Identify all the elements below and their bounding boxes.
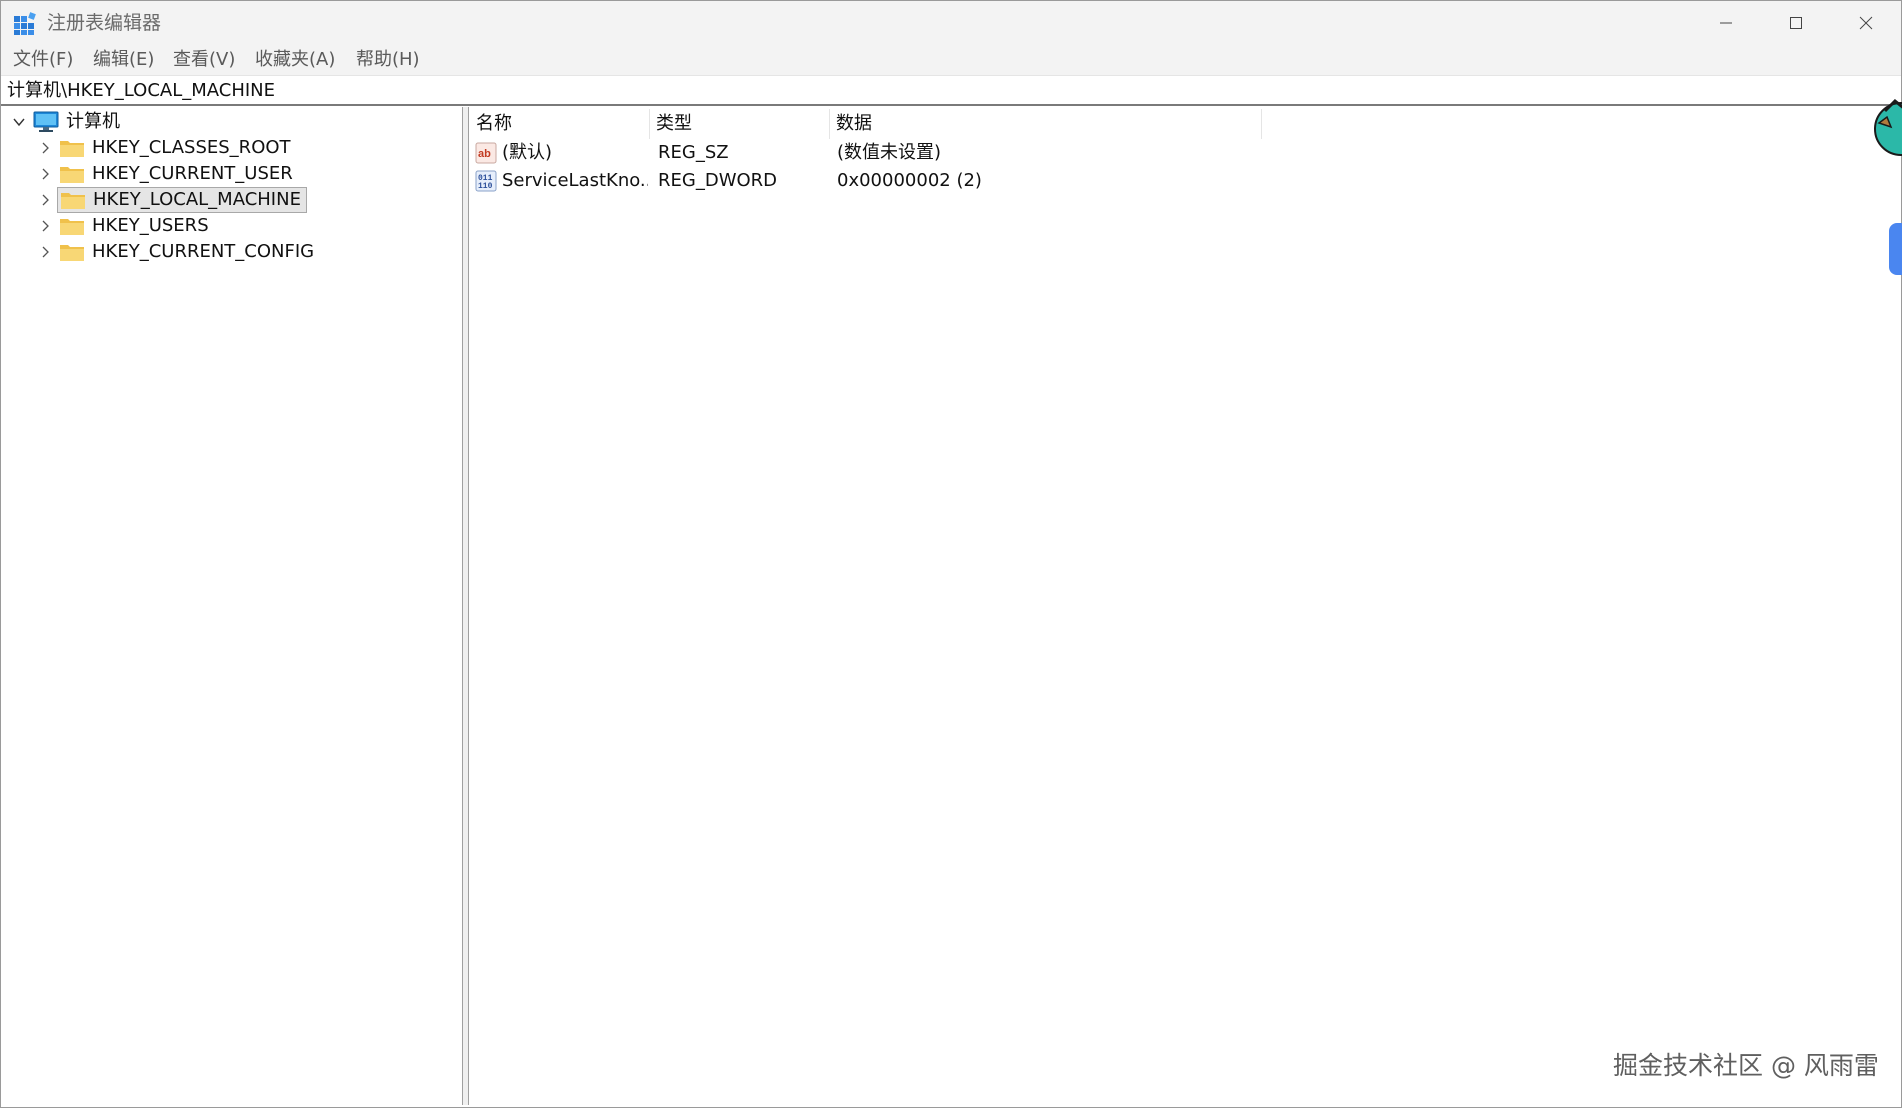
- chevron-right-icon[interactable]: [37, 166, 53, 182]
- value-type: REG_SZ: [658, 142, 729, 163]
- watermark: 掘金技术社区 @ 风雨雷: [1613, 1051, 1879, 1080]
- folder-icon: [60, 141, 84, 157]
- close-icon: [1859, 16, 1873, 30]
- address-bar[interactable]: 计算机\HKEY_LOCAL_MACHINE: [1, 75, 1901, 106]
- column-header-type[interactable]: 类型: [650, 109, 830, 139]
- tree-label[interactable]: HKEY_CURRENT_CONFIG: [89, 240, 317, 264]
- column-header-data[interactable]: 数据: [830, 109, 1262, 139]
- tree-node-hkey-current-user[interactable]: HKEY_CURRENT_USER: [37, 161, 296, 187]
- tree-node-hkey-local-machine[interactable]: HKEY_LOCAL_MACHINE: [37, 187, 307, 213]
- floating-assistant-icon[interactable]: [1871, 93, 1902, 163]
- value-data: (数值未设置): [837, 142, 942, 163]
- list-row-default[interactable]: ab (默认) REG_SZ (数值未设置): [470, 139, 1370, 167]
- tree-label[interactable]: HKEY_CLASSES_ROOT: [89, 136, 294, 160]
- window-title: 注册表编辑器: [47, 12, 162, 34]
- chevron-right-icon[interactable]: [37, 244, 53, 260]
- chevron-right-icon[interactable]: [37, 218, 53, 234]
- tree-selection-highlight[interactable]: HKEY_LOCAL_MACHINE: [57, 187, 307, 213]
- value-name: ServiceLastKno...: [502, 170, 648, 191]
- tree-node-computer[interactable]: 计算机: [11, 109, 123, 135]
- value-type: REG_DWORD: [658, 170, 778, 191]
- folder-icon: [60, 219, 84, 235]
- registry-editor-icon: [14, 12, 36, 35]
- tree-node-hkey-classes-root[interactable]: HKEY_CLASSES_ROOT: [37, 135, 294, 161]
- tree-label-selected[interactable]: HKEY_LOCAL_MACHINE: [90, 188, 304, 212]
- close-button[interactable]: [1831, 1, 1901, 45]
- menu-help[interactable]: 帮助(H): [356, 49, 420, 71]
- tree-pane: 计算机 HKEY_CLASSES_ROOT HKEY_CURRENT_USER: [3, 107, 463, 1105]
- minimize-button[interactable]: [1691, 1, 1761, 45]
- list-row-servicelastknown[interactable]: 011 110 ServiceLastKno... REG_DWORD 0x00…: [470, 167, 1370, 195]
- tree-label[interactable]: HKEY_USERS: [89, 214, 212, 238]
- column-header-name[interactable]: 名称: [470, 109, 650, 139]
- tree-label[interactable]: HKEY_CURRENT_USER: [89, 162, 296, 186]
- value-name: (默认): [502, 142, 553, 163]
- menu-bar: 文件(F) 编辑(E) 查看(V) 收藏夹(A) 帮助(H): [1, 45, 1901, 75]
- menu-favorites[interactable]: 收藏夹(A): [255, 49, 335, 71]
- floating-sidebar-tab[interactable]: [1889, 223, 1902, 275]
- string-value-icon: ab: [475, 142, 497, 164]
- chevron-right-icon[interactable]: [37, 192, 53, 208]
- registry-editor-window: 注册表编辑器 文件(F) 编辑(E) 查看(V) 收藏夹(A) 帮助(H) 计算…: [0, 0, 1902, 1108]
- tree-label-computer[interactable]: 计算机: [63, 110, 123, 134]
- menu-view[interactable]: 查看(V): [173, 49, 235, 71]
- chevron-right-icon[interactable]: [37, 140, 53, 156]
- computer-icon: [33, 111, 59, 132]
- menu-edit[interactable]: 编辑(E): [93, 49, 154, 71]
- tree-node-hkey-current-config[interactable]: HKEY_CURRENT_CONFIG: [37, 239, 317, 265]
- values-list-pane: 名称 类型 数据 ab (默认) REG_SZ (数值未设置) 011 110 …: [470, 107, 1896, 1105]
- svg-text:ab: ab: [478, 148, 491, 160]
- minimize-icon: [1720, 22, 1732, 24]
- chevron-down-icon[interactable]: [11, 114, 27, 130]
- folder-icon: [61, 193, 85, 209]
- svg-text:110: 110: [478, 182, 493, 191]
- binary-value-icon: 011 110: [475, 170, 497, 192]
- maximize-button[interactable]: [1761, 1, 1831, 45]
- pane-splitter[interactable]: [463, 107, 469, 1105]
- tree-node-hkey-users[interactable]: HKEY_USERS: [37, 213, 212, 239]
- maximize-icon: [1790, 17, 1802, 29]
- title-bar[interactable]: 注册表编辑器: [1, 1, 1901, 45]
- address-path[interactable]: 计算机\HKEY_LOCAL_MACHINE: [7, 80, 275, 102]
- folder-icon: [60, 167, 84, 183]
- menu-file[interactable]: 文件(F): [13, 49, 73, 71]
- value-data: 0x00000002 (2): [837, 170, 982, 191]
- folder-icon: [60, 245, 84, 261]
